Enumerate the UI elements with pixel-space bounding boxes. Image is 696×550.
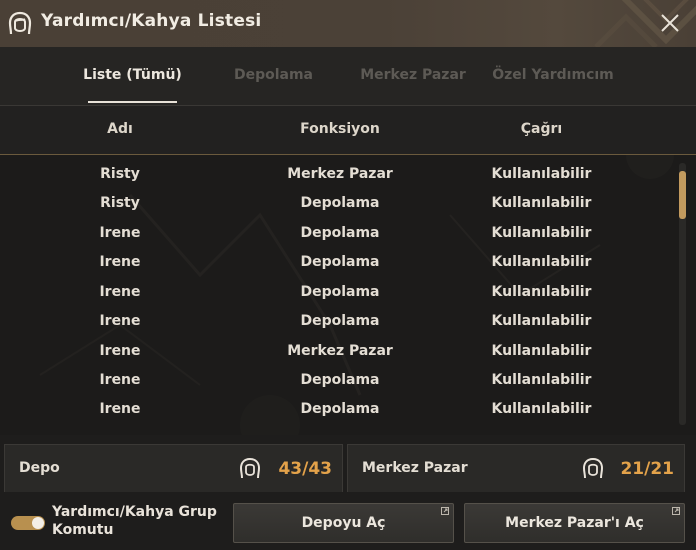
open-depot-button[interactable]: Depoyu Aç [233,503,454,543]
tab-list-all[interactable]: Liste (Tümü) [80,47,185,105]
row-function: Depolama [300,254,380,270]
row-name: Risty [100,195,140,211]
list-scrollbar[interactable] [679,163,686,425]
market-label: Merkez Pazar [362,460,468,476]
column-header-name[interactable]: Adı [60,106,180,152]
row-function: Merkez Pazar [287,166,393,182]
row-function: Depolama [300,225,380,241]
tab-bar: Liste (Tümü) Depolama Merkez Pazar Özel … [0,47,696,106]
row-name: Irene [99,401,141,417]
table-row[interactable]: Irene Merkez Pazar Kullanılabilir [0,337,670,366]
tab-storage[interactable]: Depolama [226,47,321,105]
column-header-call[interactable]: Çağrı [470,106,613,152]
row-call-status: Kullanılabilir [491,372,592,388]
servant-head-icon [8,11,32,35]
table-row[interactable]: Irene Depolama Kullanılabilir [0,219,670,248]
servant-list-window: Yardımcı/Kahya Listesi Liste (Tümü) Depo… [0,0,696,550]
depot-count: 43/43 [278,459,332,479]
servant-list[interactable]: Risty Merkez Pazar Kullanılabilir Risty … [0,155,696,435]
row-call-status: Kullanılabilir [491,225,592,241]
tab-central-market[interactable]: Merkez Pazar [355,47,471,105]
servant-head-icon [582,458,604,479]
depot-label: Depo [19,460,60,476]
toggle-knob [32,517,44,529]
row-name: Irene [99,254,141,270]
row-call-status: Kullanılabilir [491,195,592,211]
external-link-icon [441,507,449,515]
market-count: 21/21 [620,459,674,479]
row-call-status: Kullanılabilir [491,254,592,270]
row-call-status: Kullanılabilir [491,401,592,417]
table-row[interactable]: Irene Depolama Kullanılabilir [0,307,670,336]
column-header-function[interactable]: Fonksiyon [255,106,425,152]
row-call-status: Kullanılabilir [491,343,592,359]
row-function: Depolama [300,401,380,417]
table-row[interactable]: Irene Depolama Kullanılabilir [0,395,670,424]
table-row[interactable]: Irene Depolama Kullanılabilir [0,248,670,277]
open-depot-label: Depoyu Aç [301,515,386,531]
row-call-status: Kullanılabilir [491,166,592,182]
close-icon[interactable] [659,12,681,34]
row-function: Depolama [300,372,380,388]
window-title: Yardımcı/Kahya Listesi [41,11,262,31]
row-function: Merkez Pazar [287,343,393,359]
group-command-label: Yardımcı/Kahya Grup Komutu [52,504,217,538]
row-function: Depolama [300,284,380,300]
table-row[interactable]: Risty Merkez Pazar Kullanılabilir [0,160,670,189]
group-command-toggle[interactable] [11,516,45,530]
external-link-icon [672,507,680,515]
title-bar[interactable]: Yardımcı/Kahya Listesi [0,0,696,47]
table-row[interactable]: Irene Depolama Kullanılabilir [0,366,670,395]
row-name: Irene [99,343,141,359]
row-function: Depolama [300,195,380,211]
depot-panel: Depo 43/43 [4,444,343,493]
row-name: Irene [99,372,141,388]
tab-my-special-servant[interactable]: Özel Yardımcım [487,47,619,105]
servant-head-icon [239,458,261,479]
row-call-status: Kullanılabilir [491,284,592,300]
open-central-market-button[interactable]: Merkez Pazar'ı Aç [464,503,685,543]
market-panel: Merkez Pazar 21/21 [347,444,685,493]
open-central-market-label: Merkez Pazar'ı Aç [505,515,644,531]
row-name: Irene [99,225,141,241]
table-header: Adı Fonksiyon Çağrı [0,106,696,155]
scroll-thumb[interactable] [679,171,686,219]
row-name: Risty [100,166,140,182]
row-call-status: Kullanılabilir [491,313,592,329]
row-name: Irene [99,313,141,329]
table-row[interactable]: Irene Depolama Kullanılabilir [0,278,670,307]
row-name: Irene [99,284,141,300]
table-row[interactable]: Risty Depolama Kullanılabilir [0,189,670,218]
row-function: Depolama [300,313,380,329]
